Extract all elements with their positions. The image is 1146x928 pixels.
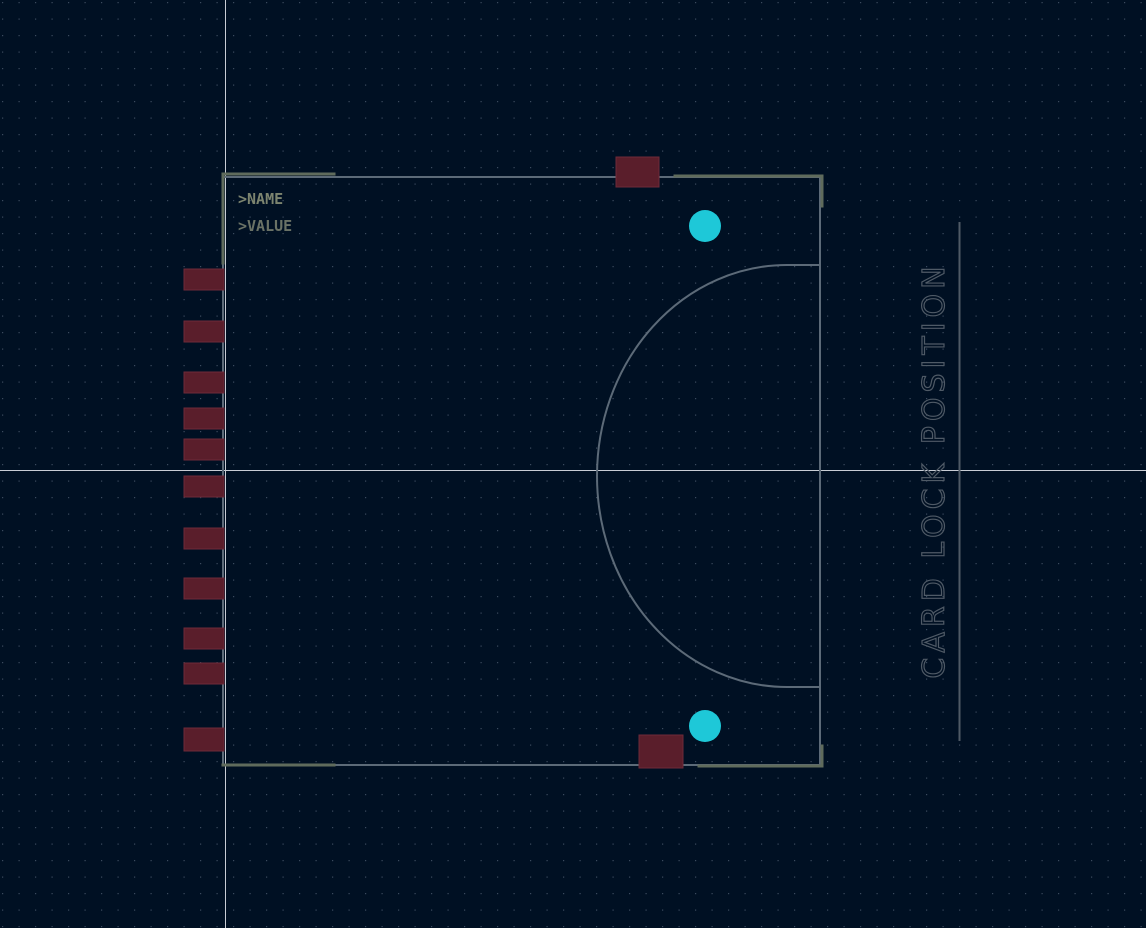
- pad-5[interactable]: [183, 438, 225, 461]
- grid-dots: [0, 0, 1146, 928]
- value-field[interactable]: >VALUE: [238, 217, 292, 235]
- reference-designator[interactable]: >NAME: [238, 190, 283, 208]
- pad-2[interactable]: [183, 320, 225, 343]
- pad-top[interactable]: [615, 156, 660, 188]
- pad-bottom[interactable]: [638, 734, 684, 769]
- pad-10[interactable]: [183, 662, 225, 685]
- pad-9[interactable]: [183, 627, 225, 650]
- hole-top[interactable]: [689, 210, 721, 242]
- pad-8[interactable]: [183, 577, 225, 600]
- pad-3[interactable]: [183, 371, 225, 394]
- pcb-canvas[interactable]: >NAME >VALUE CARD LOCK POSITION: [0, 0, 1146, 928]
- card-lock-label: CARD LOCK POSITION: [917, 261, 952, 678]
- pad-4[interactable]: [183, 407, 225, 430]
- pad-1[interactable]: [183, 268, 225, 291]
- pad-7[interactable]: [183, 527, 225, 550]
- pad-6[interactable]: [183, 475, 225, 498]
- hole-bottom[interactable]: [689, 710, 721, 742]
- pad-11[interactable]: [183, 727, 225, 752]
